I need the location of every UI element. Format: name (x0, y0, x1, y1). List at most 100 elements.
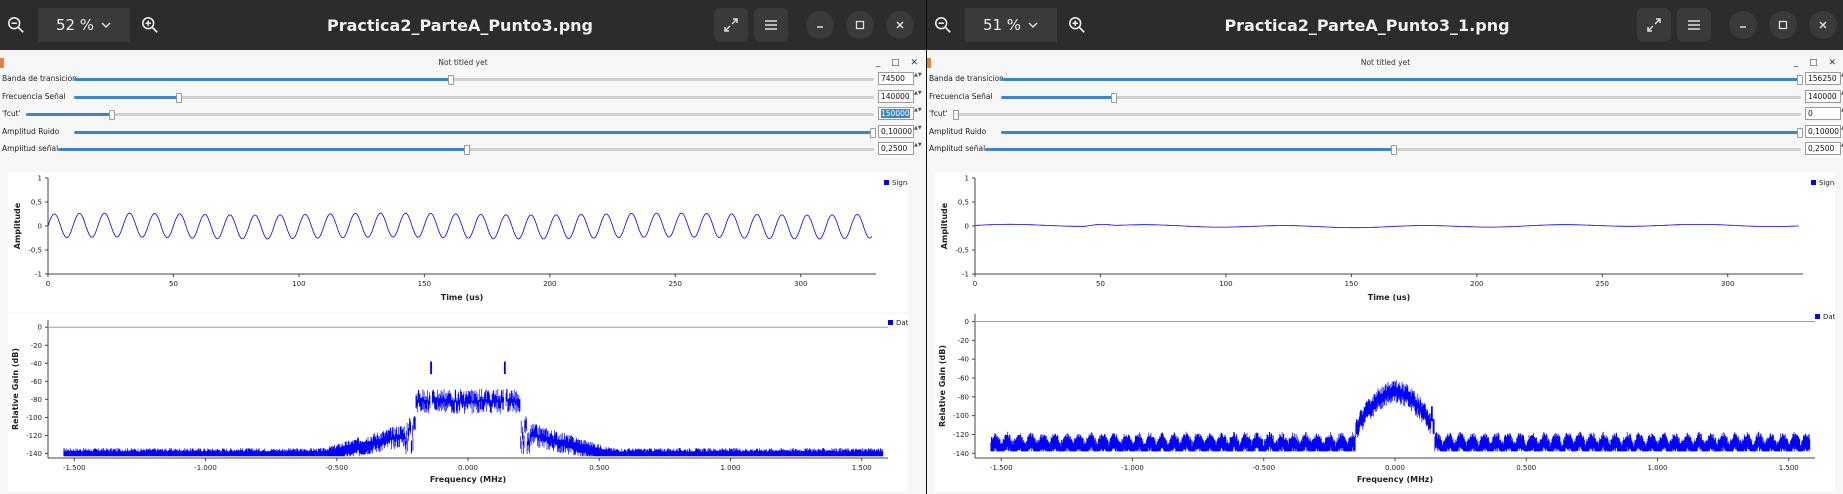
y-tick-label: -140 (26, 450, 42, 458)
slider-handle[interactable] (108, 110, 115, 120)
zoom-in-icon (141, 16, 158, 33)
slider-track[interactable] (953, 110, 1801, 120)
legend[interactable]: Signal 1 (884, 179, 920, 187)
slider-handle[interactable] (1111, 92, 1117, 103)
value-spinbox[interactable]: 0 (1805, 107, 1841, 120)
control-label: 'fcut' (2, 109, 21, 118)
slider-track[interactable] (985, 145, 1801, 155)
window-title: Practica2_ParteA_Punto3.png (327, 15, 593, 35)
slider-fill (58, 148, 466, 151)
zoom-level-dropdown[interactable]: 52 % (38, 8, 130, 42)
slider-track[interactable] (1001, 75, 1803, 85)
minimize-button[interactable] (1729, 11, 1757, 39)
spinbox-value: 156250 (1808, 74, 1837, 83)
value-spinbox[interactable]: 0,2500 (878, 142, 914, 155)
slider-track[interactable] (74, 127, 876, 138)
menu-button[interactable] (1677, 8, 1711, 42)
value-spinbox[interactable]: 150000 (878, 107, 914, 120)
spinbox-arrows[interactable]: ▲▼ (914, 90, 922, 102)
zoom-in-button[interactable] (134, 9, 166, 41)
slider-handle[interactable] (1797, 75, 1803, 85)
spinbox-arrows[interactable]: ▲▼ (914, 142, 922, 154)
value-spinbox[interactable]: 140000 (1805, 89, 1841, 103)
image-viewer-left: 52 % Practica2_ParteA_Punto3.png Not tit… (0, 0, 926, 494)
control-row: 'fcut'0▲▼ (929, 107, 1843, 121)
slider-track[interactable] (74, 92, 874, 103)
control-label: Amplitud señal (2, 144, 59, 153)
slider-handle[interactable] (870, 127, 876, 138)
spinbox-arrows[interactable]: ▲▼ (914, 107, 922, 119)
y-tick-label: -20 (958, 337, 969, 345)
legend[interactable]: Data 0 (888, 319, 919, 327)
gr-window-controls[interactable]: _ □ ✕ (1794, 58, 1840, 68)
control-row: Amplitud señal 0,2500 ▲▼ (2, 142, 922, 156)
spinbox-arrows[interactable]: ▲▼ (914, 125, 922, 137)
legend[interactable]: Signal 1 (1811, 179, 1843, 187)
menu-icon (1688, 20, 1700, 30)
spinbox-value: 0,2500 (881, 144, 908, 153)
gr-window-title: Not titled yet (1360, 58, 1411, 67)
plot-area (975, 178, 1803, 274)
slider-track[interactable] (74, 75, 874, 85)
freq-sink-plot[interactable]: 0 -20 -40 -60 -80 -100 -120 -140 -1.500 -1.000 -0.… (935, 308, 1843, 492)
zoom-out-button[interactable] (0, 9, 32, 41)
close-button[interactable] (886, 11, 914, 39)
slider-handle[interactable] (1391, 145, 1397, 155)
value-spinbox[interactable]: 74500 (878, 72, 914, 85)
minimize-button[interactable] (806, 11, 834, 39)
y-tick-label: 0 (38, 324, 42, 332)
gr-window-controls[interactable]: _ □ ✕ (876, 58, 922, 68)
spinbox-arrows[interactable]: ▲▼ (914, 72, 922, 84)
x-tick-label: -1.500 (990, 464, 1013, 472)
slider-track[interactable] (1001, 92, 1801, 103)
spinbox-value: 0,10000 (1808, 126, 1840, 136)
image-viewer-right: 51 % Practica2_ParteA_Punto3_1.png Not t… (926, 0, 1843, 494)
zoom-out-button[interactable] (927, 9, 959, 41)
legend[interactable]: Data 0 (1815, 313, 1843, 321)
fullscreen-button[interactable] (714, 8, 748, 42)
x-tick-label: 1.500 (852, 464, 872, 472)
x-tick-label: -1.000 (1121, 464, 1144, 472)
zoom-in-button[interactable] (1061, 9, 1093, 41)
x-tick-label: 250 (669, 280, 682, 288)
value-spinbox[interactable]: 140000 (878, 89, 914, 103)
value-spinbox[interactable]: 0,2500 (1805, 142, 1841, 155)
slider-handle[interactable] (1797, 127, 1803, 138)
slider-handle[interactable] (464, 145, 470, 155)
time-sink-plot[interactable]: 1 0,5 0 -0,5 -1 0 50 100 150 200 250 300 Amplitude Ti… (8, 172, 920, 312)
slider-track[interactable] (26, 110, 874, 120)
slider-track[interactable] (1001, 127, 1803, 138)
zoom-level-dropdown[interactable]: 51 % (965, 8, 1057, 42)
freq-sink-plot[interactable]: 0 -20 -40 -60 -80 -100 -120 -140 -1.500 -1.000 -0.… (8, 314, 919, 492)
spinbox-value: 140000 (1808, 91, 1837, 101)
fullscreen-icon (724, 18, 738, 32)
freq-plot-svg: 0 -20 -40 -60 -80 -100 -120 -140 -1.500 -1.000 -0.… (11, 319, 919, 484)
y-axis-label: Relative Gain (dB) (938, 345, 947, 427)
control-label: Amplitud Ruido (929, 126, 987, 136)
maximize-button[interactable] (846, 11, 874, 39)
slider-fill (74, 130, 874, 134)
close-button[interactable] (1809, 11, 1837, 39)
value-spinbox[interactable]: 0,10000 (878, 124, 914, 138)
fullscreen-button[interactable] (1637, 8, 1671, 42)
time-sink-plot[interactable]: 1 0,5 0 -0,5 -1 0 50 100 150 200 250 300 Amplitude Ti… (935, 172, 1843, 312)
x-tick-label: 100 (1219, 280, 1232, 288)
slider-handle[interactable] (176, 92, 182, 103)
time-plot-svg: 1 0,5 0 -0,5 -1 0 50 100 150 200 250 300 Amplitude Ti… (940, 175, 1843, 303)
slider-handle[interactable] (953, 110, 959, 120)
value-spinbox[interactable]: 0,10000 (1805, 124, 1841, 138)
close-icon (896, 21, 904, 29)
maximize-button[interactable] (1769, 11, 1797, 39)
close-icon (1819, 21, 1827, 29)
slider-handle[interactable] (448, 75, 454, 85)
slider-fill (26, 113, 111, 116)
slider-track[interactable] (58, 145, 874, 155)
spinbox-value: 140000 (881, 91, 910, 101)
value-spinbox[interactable]: 156250 (1805, 72, 1841, 85)
control-label: Banda de transicion (2, 74, 77, 83)
x-tick-label: 50 (1096, 280, 1105, 288)
chevron-down-icon (101, 22, 111, 29)
spinbox-value: 150000 (881, 109, 910, 118)
x-tick-label: 50 (169, 280, 178, 288)
menu-button[interactable] (754, 8, 788, 42)
